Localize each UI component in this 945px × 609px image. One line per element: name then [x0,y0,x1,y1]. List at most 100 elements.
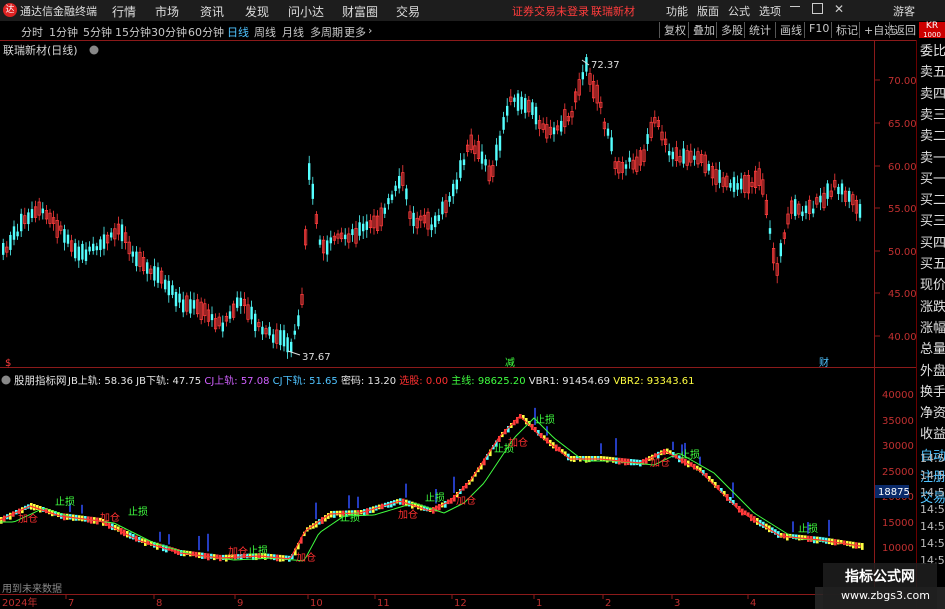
period-60min[interactable]: 60分钟 [188,24,224,40]
candle-down [286,337,289,353]
candle-down [412,212,415,227]
candle-down [794,199,797,216]
guest-label[interactable]: 游客 [893,3,915,19]
tool-mark[interactable]: 标记 [831,22,858,38]
candle-down [387,198,390,205]
candle-down [84,249,88,262]
period-15min[interactable]: 15分钟 [115,24,151,40]
period-5min[interactable]: 5分钟 [83,24,112,40]
event-marker-reduce[interactable]: 减 [505,357,515,369]
indicator-series [0,407,864,562]
candle-down [390,194,394,200]
side-panel-item[interactable]: 买三 [920,211,945,232]
period-monthly[interactable]: 月线 [282,24,304,40]
indicator-name[interactable]: 股朋指标网 [14,374,67,387]
indicator-settings-icon[interactable] [1,375,11,385]
side-panel-item[interactable]: 卖二 [920,126,945,147]
period-more[interactable]: 更多 [344,24,366,40]
close-icon[interactable]: ✕ [834,2,844,16]
tool-stats[interactable]: 统计 [744,22,771,38]
candle-down [254,313,257,332]
indicator-item-1: JB下轨: 47.75 [135,374,204,387]
period-daily[interactable]: 日线 [227,24,249,40]
side-panel-item[interactable]: 涨跌 [920,297,945,318]
watermark-url: www.zbgs3.com [841,589,930,602]
candle-down [506,105,509,116]
side-panel-item[interactable]: 涨幅 [920,318,945,339]
menu-news[interactable]: 资讯 [200,3,224,20]
indicator-item-0: JB上轨: 58.36 [67,374,136,387]
side-panel-item[interactable]: 委比 [920,41,945,62]
menu-discover[interactable]: 发现 [245,3,269,20]
period-30min[interactable]: 30分钟 [151,24,187,40]
candle-down [167,280,170,296]
menu-market[interactable]: 市场 [155,3,179,20]
side-panel-item[interactable]: 买四 [920,233,945,254]
menu-wealth-circle[interactable]: 财富圈 [342,3,378,20]
event-marker-finance[interactable]: 财 [819,356,829,369]
candle-down [250,306,253,320]
candle-down [693,155,696,160]
menu-ask[interactable]: 问小达 [288,3,324,20]
price-tick: 70.00 [888,76,916,87]
maximize-icon[interactable] [812,3,823,14]
tool-overlay[interactable]: 叠加 [688,22,715,38]
menu-trade[interactable]: 交易 [396,3,420,20]
chart-title: 联瑞新材(日线) [3,43,78,57]
menu-options[interactable]: 选项 [759,3,781,19]
side-panel-item[interactable]: 卖一 [920,148,945,169]
menu-formula[interactable]: 公式 [728,3,750,19]
candle-down [826,183,829,199]
tool-adjust[interactable]: 复权 [659,22,686,38]
minimize-icon[interactable] [790,6,800,7]
kr-tag[interactable]: KR 1000 [919,22,945,39]
side-panel-item[interactable]: 买五 [920,254,945,275]
indicator-item-2: CJ上轨: 57.08 [204,374,272,387]
side-panel-item[interactable]: 买一 [920,169,945,190]
candle-down [74,243,77,259]
trade-login-notice[interactable]: 证券交易未登录 [512,3,589,19]
indicator-values: JB上轨: 58.36 JB下轨: 47.75 CJ上轨: 57.08 CJ下轨… [67,374,694,387]
side-panel-item[interactable]: 卖三 [920,105,945,126]
candle-down [707,164,710,171]
menu-market-quotes[interactable]: 行情 [112,3,136,20]
tool-draw[interactable]: 画线 [775,22,802,38]
tool-multi-stock[interactable]: 多股 [716,22,743,38]
period-timeshare[interactable]: 分时 [21,24,43,40]
period-multi[interactable]: 多周期 [310,24,343,40]
event-marker-dividend[interactable]: $ [5,358,11,369]
candle-down [531,102,534,115]
main-line [0,417,862,562]
period-1min[interactable]: 1分钟 [49,24,78,40]
candle-down [848,190,851,202]
tick-time: 14:56 [920,503,945,516]
candle-down [624,164,628,169]
side-panel-item[interactable]: 外盘 [920,361,945,382]
candle-down [448,196,451,202]
side-panel-item[interactable]: 现价 [920,275,945,296]
period-weekly[interactable]: 周线 [254,24,276,40]
candle-down [92,243,95,251]
signal-label: 止损 [798,522,818,535]
tool-back[interactable]: 返回 [889,22,916,38]
side-panel-item[interactable]: 总量 [920,339,945,360]
candle-down [110,232,113,238]
chart-settings-icon[interactable] [89,45,99,55]
side-panel-item[interactable]: 净资 [920,403,945,424]
date-tick: 2 [605,598,611,609]
side-panel-item[interactable]: 卖四 [920,84,945,105]
side-panel-item[interactable]: 换手 [920,382,945,403]
tool-f10[interactable]: F10 [804,22,829,38]
side-panel-item[interactable]: 卖五 [920,62,945,83]
more-chevron-icon[interactable]: › [368,24,372,37]
candle-down [228,311,232,319]
side-panel-item[interactable]: 收益 [920,424,945,445]
chart-area[interactable]: 联瑞新材(日线) 70.00 65.00 60.00 55.00 50.00 4… [0,40,916,609]
menu-layout[interactable]: 版面 [697,3,719,19]
candle-down [120,224,124,242]
price-tick: 45.00 [888,289,916,300]
side-panel-item[interactable]: 买二 [920,190,945,211]
candle-down [520,96,523,110]
candle-down [516,93,520,111]
menu-function[interactable]: 功能 [666,3,688,19]
